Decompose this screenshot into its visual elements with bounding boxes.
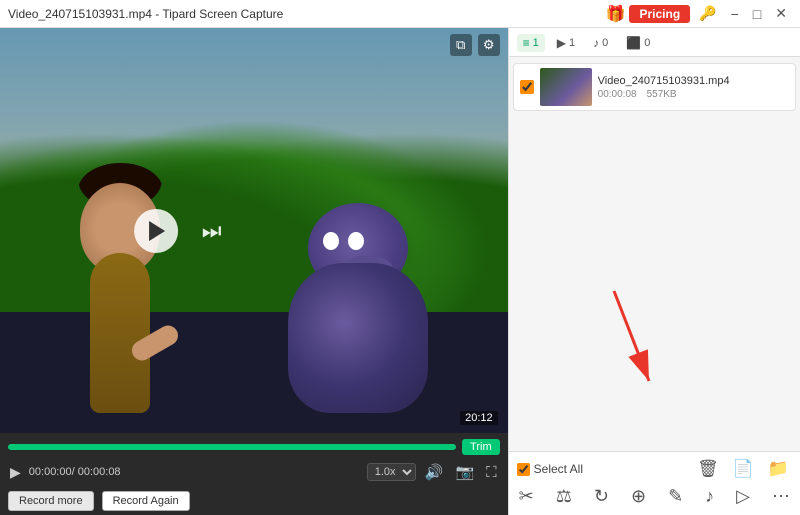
- trim-button[interactable]: Trim: [462, 439, 500, 455]
- tab-play-icon: ▶: [557, 36, 566, 50]
- play-button[interactable]: [134, 209, 178, 253]
- video-area: ⧉ ⚙ ⏭ 20:12: [0, 28, 508, 433]
- minimize-button[interactable]: −: [726, 4, 744, 24]
- maximize-button[interactable]: □: [748, 4, 766, 24]
- open-folder-button[interactable]: 📁: [765, 458, 792, 480]
- screenshot-button[interactable]: 📷: [452, 461, 477, 483]
- next-button[interactable]: ⏭: [202, 218, 222, 244]
- file-meta: 00:00:08 557KB: [598, 89, 789, 100]
- file-info: Video_240715103931.mp4 00:00:08 557KB: [598, 75, 789, 100]
- main-layout: ⧉ ⚙ ⏭ 20:12 Trim ▶ 0 0: [0, 28, 800, 515]
- bottom-toolbar: Select All 🗑 📄 📁 ✂ ⚖ ↻ ⊕ ✎ ♪ ▷ ⋯: [509, 451, 800, 515]
- tab-audio[interactable]: ♪ 0: [587, 34, 614, 52]
- new-file-button[interactable]: 📄: [730, 458, 757, 480]
- pip-button[interactable]: ⧉: [450, 34, 472, 56]
- char-panther-body: [288, 263, 428, 413]
- char-panther-eye-right: [348, 232, 364, 250]
- play-overlay: ⏭: [134, 209, 222, 253]
- record-again-button[interactable]: Record Again: [102, 491, 190, 511]
- fullscreen-button[interactable]: ⛶: [483, 462, 500, 483]
- record-more-button[interactable]: Record more: [8, 491, 94, 511]
- file-thumbnail: [540, 68, 592, 106]
- cut-tool-button[interactable]: ✂: [517, 484, 536, 509]
- select-all-label: Select All: [534, 462, 583, 476]
- titlebar-controls: 🎁 Pricing 🔑 − □ ✕: [606, 3, 792, 24]
- timestamp: 20:12: [460, 411, 498, 425]
- audio-tool-button[interactable]: ♪: [703, 484, 716, 509]
- speed-select[interactable]: 1.0x 0.5x 1.5x 2.0x: [367, 463, 416, 481]
- play-triangle-icon: [149, 221, 165, 241]
- file-duration: 00:00:08: [598, 89, 637, 100]
- bottom-controls: Trim ▶ 00:00:00/ 00:00:08 1.0x 0.5x 1.5x…: [0, 433, 508, 515]
- file-name: Video_240715103931.mp4: [598, 75, 789, 87]
- tab-image-icon: ⬛: [626, 36, 641, 50]
- tab-image[interactable]: ⬛ 0: [620, 34, 656, 52]
- select-all-checkbox[interactable]: [517, 463, 530, 476]
- tab-audio-count: 0: [602, 37, 608, 49]
- select-all-area: Select All: [517, 462, 583, 476]
- tab-video-icon: ≡: [523, 36, 530, 50]
- key-icon-button[interactable]: 🔑: [694, 3, 721, 24]
- gift-button[interactable]: 🎁: [606, 4, 626, 24]
- toolbar-bottom-row: ✂ ⚖ ↻ ⊕ ✎ ♪ ▷ ⋯: [517, 484, 792, 509]
- rotate-tool-button[interactable]: ↻: [592, 484, 611, 509]
- tab-video-count: 1: [533, 37, 539, 49]
- time-current: 00:00:00: [29, 466, 72, 478]
- time-total: 00:00:08: [78, 466, 121, 478]
- toolbar-top-row: Select All 🗑 📄 📁: [517, 458, 792, 480]
- file-size: 557KB: [647, 89, 677, 100]
- merge-tool-button[interactable]: ⊕: [629, 484, 648, 509]
- speed-tool-button[interactable]: ▷: [734, 484, 752, 509]
- right-panel: ≡ 1 ▶ 1 ♪ 0 ⬛ 0: [508, 28, 800, 515]
- tab-play[interactable]: ▶ 1: [551, 34, 581, 52]
- characters-area: [25, 109, 482, 413]
- tab-play-count: 1: [569, 37, 575, 49]
- equalizer-tool-button[interactable]: ⚖: [554, 484, 574, 509]
- tab-audio-icon: ♪: [593, 36, 599, 50]
- tab-image-count: 0: [644, 37, 650, 49]
- titlebar-title: Video_240715103931.mp4 - Tipard Screen C…: [8, 7, 606, 21]
- delete-button[interactable]: 🗑: [694, 458, 722, 480]
- close-button[interactable]: ✕: [770, 3, 792, 24]
- file-checkbox[interactable]: [520, 80, 534, 94]
- time-display: 00:00:00/ 00:00:08: [29, 466, 121, 478]
- action-icons: 🗑 📄 📁: [694, 458, 792, 480]
- settings-button[interactable]: ⚙: [478, 34, 500, 56]
- video-top-controls: ⧉ ⚙: [450, 34, 500, 56]
- progress-fill: [8, 444, 456, 450]
- playback-row: ▶ 00:00:00/ 00:00:08 1.0x 0.5x 1.5x 2.0x…: [0, 457, 508, 487]
- tabs-row: ≡ 1 ▶ 1 ♪ 0 ⬛ 0: [509, 28, 800, 57]
- progress-track[interactable]: [8, 444, 456, 450]
- char-boy-body: [90, 253, 150, 413]
- char-panther: [268, 213, 448, 413]
- pricing-button[interactable]: Pricing: [629, 5, 690, 23]
- play-pause-button[interactable]: ▶: [8, 462, 23, 483]
- edit-tool-button[interactable]: ✎: [666, 484, 685, 509]
- progress-bar-area: Trim: [0, 433, 508, 457]
- left-panel: ⧉ ⚙ ⏭ 20:12 Trim ▶ 00: [0, 28, 508, 515]
- record-row: Record more Record Again: [0, 487, 508, 515]
- file-item: Video_240715103931.mp4 00:00:08 557KB: [513, 63, 796, 111]
- more-tool-button[interactable]: ⋯: [770, 484, 792, 509]
- file-list: Video_240715103931.mp4 00:00:08 557KB: [509, 57, 800, 336]
- tab-video[interactable]: ≡ 1: [517, 34, 545, 52]
- volume-button[interactable]: 🔊: [422, 461, 447, 483]
- char-panther-eye-left: [323, 232, 339, 250]
- titlebar: Video_240715103931.mp4 - Tipard Screen C…: [0, 0, 800, 28]
- file-thumb-image: [540, 68, 592, 106]
